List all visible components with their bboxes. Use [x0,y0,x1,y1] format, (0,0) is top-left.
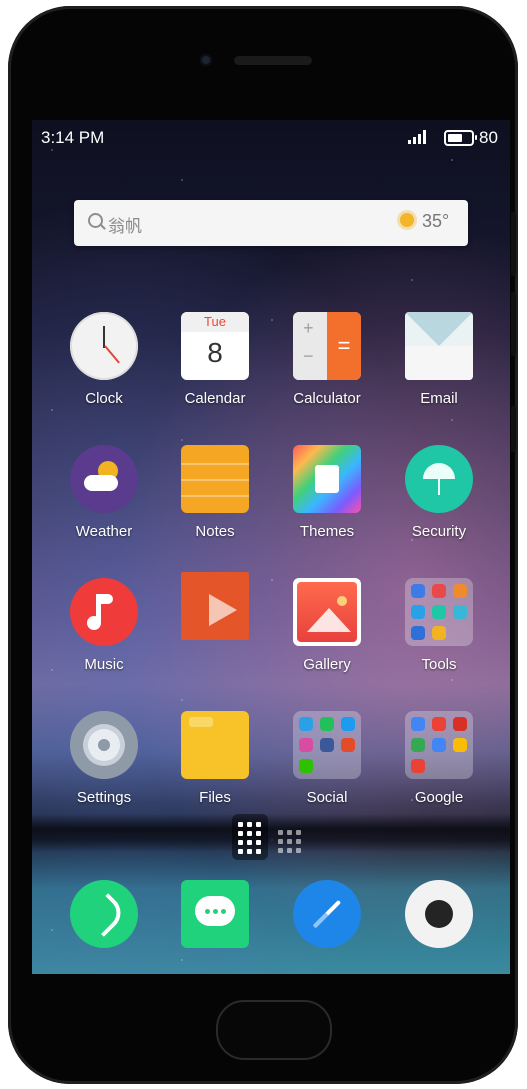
music-note-icon [70,578,138,646]
themes-icon [293,445,361,513]
app-label: Calculator [293,390,361,407]
weather-icon [70,445,138,513]
app-label: Email [420,390,458,407]
app-calculator[interactable]: + − = Calculator [277,312,377,407]
dock-camera[interactable] [389,880,489,948]
dock-browser[interactable] [277,880,377,948]
envelope-icon [405,312,473,380]
app-security[interactable]: Security [389,445,489,540]
sun-icon [400,213,414,227]
app-label: Google [414,789,464,806]
umbrella-icon [405,445,473,513]
app-label: Clock [85,390,123,407]
page-indicator-current[interactable] [232,814,268,860]
dock [32,880,510,960]
power-button[interactable] [511,406,516,452]
calendar-day: Tue [181,312,249,332]
app-files[interactable]: Files [165,711,265,806]
calculator-icon: + − = [293,312,361,380]
app-clock[interactable]: Clock [54,312,154,407]
app-label: Files [199,789,231,806]
app-label: Music [84,656,124,673]
app-music[interactable]: Music [54,578,154,673]
messages-icon [181,880,249,948]
status-bar: 3:14 PM 80 [32,120,510,154]
home-button[interactable] [216,1000,332,1060]
phone-frame: 3:14 PM 80 翁帆 35° Clock Tue 8 Calendar +… [8,6,518,1084]
volume-up-button[interactable] [511,212,516,276]
notes-icon [181,445,249,513]
folder-icon [293,711,361,779]
app-themes[interactable]: Themes [277,445,377,540]
app-notes[interactable]: Notes [165,445,265,540]
signal-icon [408,130,432,144]
calendar-date: 8 [207,337,223,368]
video-play-icon [181,572,249,640]
folder-icon [405,578,473,646]
app-label: Social [306,789,348,806]
browser-compass-icon [293,880,361,948]
phone-icon [70,880,138,948]
app-email[interactable]: Email [389,312,489,407]
app-gallery[interactable]: Gallery [277,578,377,673]
page-indicator-next[interactable] [276,828,310,856]
app-calendar[interactable]: Tue 8 Calendar [165,312,265,407]
app-label: Notes [195,523,235,540]
app-settings[interactable]: Settings [54,711,154,806]
dock-messages[interactable] [165,880,265,948]
battery-percent: 80 [479,128,498,147]
folder-tools[interactable]: Tools [389,578,489,673]
app-label: Gallery [303,656,351,673]
app-label: Tools [421,656,457,673]
search-widget[interactable]: 翁帆 35° [74,200,468,246]
app-label: Weather [75,523,133,540]
app-label: Calendar [184,390,246,407]
folder-google[interactable]: Google [389,711,489,806]
weather-temperature: 35° [422,211,450,231]
status-time: 3:14 PM [41,128,105,147]
search-icon [88,213,103,228]
calendar-icon: Tue 8 [181,312,249,380]
folder-icon [405,711,473,779]
search-query: 翁帆 [108,217,142,236]
folder-social[interactable]: Social [277,711,377,806]
home-screen: 3:14 PM 80 翁帆 35° Clock Tue 8 Calendar +… [32,120,510,974]
volume-down-button[interactable] [511,292,516,356]
app-weather[interactable]: Weather [54,445,154,540]
battery-icon [444,130,477,146]
page-indicator[interactable] [232,814,312,862]
gallery-icon [293,578,361,646]
clock-icon [70,312,138,380]
app-video[interactable] [165,572,265,640]
earpiece-speaker [234,56,312,65]
gear-icon [70,711,138,779]
app-label: Settings [76,789,132,806]
dock-phone[interactable] [54,880,154,948]
camera-icon [405,880,473,948]
app-label: Themes [299,523,355,540]
front-camera [200,54,212,66]
files-folder-icon [181,711,249,779]
app-label: Security [411,523,467,540]
